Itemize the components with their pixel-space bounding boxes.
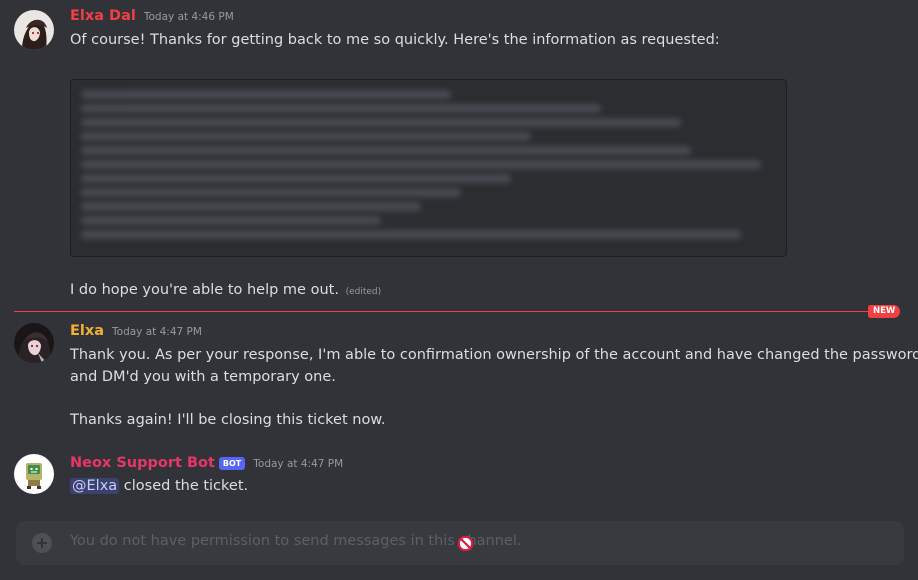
message-text: and DM'd you with a temporary one. <box>70 369 336 385</box>
message-text-followup-content: I do hope you're able to help me out. <box>70 282 339 298</box>
message-composer: You do not have permission to send messa… <box>16 521 904 565</box>
message-text: Thanks again! I'll be closing this ticke… <box>70 412 386 428</box>
avatar-elxa[interactable] <box>14 323 54 363</box>
message-text: @Elxa closed the ticket. <box>70 475 248 497</box>
new-messages-badge: NEW <box>868 305 901 318</box>
message-author[interactable]: Neox Support Bot <box>70 455 215 471</box>
avatar-neox-support-bot[interactable] <box>14 454 54 494</box>
no-entry-icon <box>457 535 474 552</box>
message-text: Thank you. As per your response, I'm abl… <box>70 347 918 363</box>
plus-circle-icon <box>32 533 52 553</box>
message-timestamp: Today at 4:46 PM <box>143 11 234 23</box>
composer-placeholder: You do not have permission to send messa… <box>70 533 522 549</box>
message-text-content: closed the ticket. <box>123 478 249 494</box>
chat-view: Elxa Dal Today at 4:46 PM Of course! Tha… <box>0 0 918 580</box>
message-timestamp: Today at 4:47 PM <box>112 326 202 338</box>
avatar-elxa-dal[interactable] <box>14 10 54 50</box>
redacted-code-block <box>70 79 787 257</box>
user-mention[interactable]: @Elxa <box>70 478 120 494</box>
message-text: Of course! Thanks for getting back to me… <box>70 32 720 48</box>
edited-label: (edited) <box>345 287 382 297</box>
message-author[interactable]: Elxa Dal <box>70 8 136 24</box>
bot-tag: BOT <box>218 457 246 470</box>
message-author[interactable]: Elxa <box>70 323 104 339</box>
message-timestamp: Today at 4:47 PM <box>253 458 344 470</box>
new-messages-divider <box>14 311 870 312</box>
message-text-followup: I do hope you're able to help me out. (e… <box>70 279 381 303</box>
